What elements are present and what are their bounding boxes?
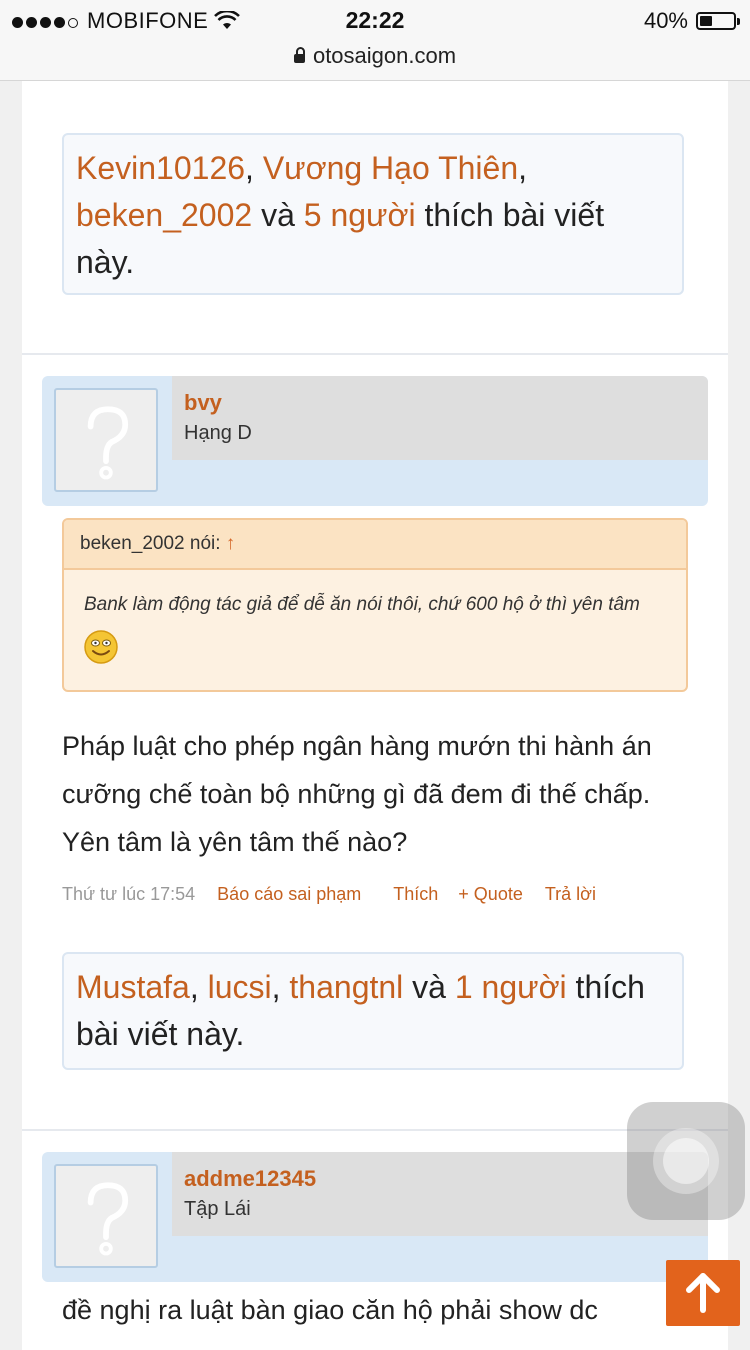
post-author-header: bvy Hạng D	[42, 376, 708, 506]
default-avatar-icon[interactable]	[54, 388, 158, 492]
jump-to-quote-link[interactable]: ↑	[226, 533, 236, 554]
liker-link[interactable]: beken_2002	[76, 197, 252, 233]
battery-percent: 40%	[643, 8, 688, 33]
likes-conjunction: và	[261, 197, 295, 233]
post-divider	[22, 353, 728, 355]
quote-link[interactable]: + Quote	[458, 884, 523, 905]
url-text: otosaigon.com	[312, 43, 457, 68]
user-rank: Hạng D	[184, 422, 252, 444]
report-link[interactable]: Báo cáo sai phạm	[217, 884, 361, 905]
quote-block: beken_2002 nói: ↑ Bank làm động tác giả …	[62, 518, 688, 692]
likes-summary: Mustafa, lucsi, thangtnl và 1 người thíc…	[62, 952, 684, 1070]
clock: 22:22	[345, 7, 405, 33]
user-rank: Tập Lái	[184, 1198, 251, 1220]
quote-author: beken_2002 nói:	[80, 533, 221, 554]
address-bar[interactable]: otosaigon.com	[0, 43, 750, 69]
liker-link[interactable]: Kevin10126	[76, 150, 245, 186]
likes-conjunction: và	[412, 969, 446, 1005]
like-link[interactable]: Thích	[393, 884, 438, 905]
post-body: đề nghị ra luật bàn giao căn hộ phải sho…	[62, 1295, 598, 1325]
post-author-header: addme12345 Tập Lái	[42, 1152, 708, 1282]
quote-text: Bank làm động tác giả để dễ ăn nói thôi,…	[64, 570, 686, 668]
battery-status: 40%	[643, 8, 740, 34]
others-link[interactable]: 5 người	[304, 197, 416, 233]
post-divider	[22, 1129, 728, 1131]
user-info-bar	[172, 376, 708, 460]
quote-content: Bank làm động tác giả để dễ ăn nói thôi,…	[84, 594, 640, 615]
assistive-touch-icon[interactable]	[627, 1102, 745, 1220]
username-link[interactable]: addme12345	[184, 1166, 316, 1192]
liker-link[interactable]: lucsi	[208, 969, 272, 1005]
post-time: Thứ tư lúc 17:54	[62, 884, 196, 904]
assistive-touch-center	[663, 1138, 709, 1184]
quote-header: beken_2002 nói: ↑	[64, 520, 686, 570]
battery-icon	[696, 12, 740, 30]
liker-link[interactable]: Vương Hạo Thiên	[263, 150, 518, 186]
post-actions: Thứ tư lúc 17:54 Báo cáo sai phạm Thích …	[62, 884, 702, 905]
username-link[interactable]: bvy	[184, 390, 222, 416]
smiley-icon	[84, 630, 118, 664]
thread-content: Kevin10126, Vương Hạo Thiên, beken_2002 …	[22, 60, 728, 1350]
likes-summary: Kevin10126, Vương Hạo Thiên, beken_2002 …	[62, 133, 684, 295]
liker-link[interactable]: Mustafa	[76, 969, 190, 1005]
lock-icon	[293, 47, 305, 63]
post-body: Pháp luật cho phép ngân hàng mướn thi hà…	[62, 731, 652, 857]
arrow-up-icon	[686, 1273, 720, 1313]
others-link[interactable]: 1 người	[455, 969, 567, 1005]
reply-link[interactable]: Trả lời	[545, 884, 596, 905]
liker-link[interactable]: thangtnl	[289, 969, 403, 1005]
scroll-to-top-button[interactable]	[666, 1260, 740, 1326]
default-avatar-icon[interactable]	[54, 1164, 158, 1268]
status-bar: MOBIFONE 22:22 40% otosaigon.com	[0, 0, 750, 81]
